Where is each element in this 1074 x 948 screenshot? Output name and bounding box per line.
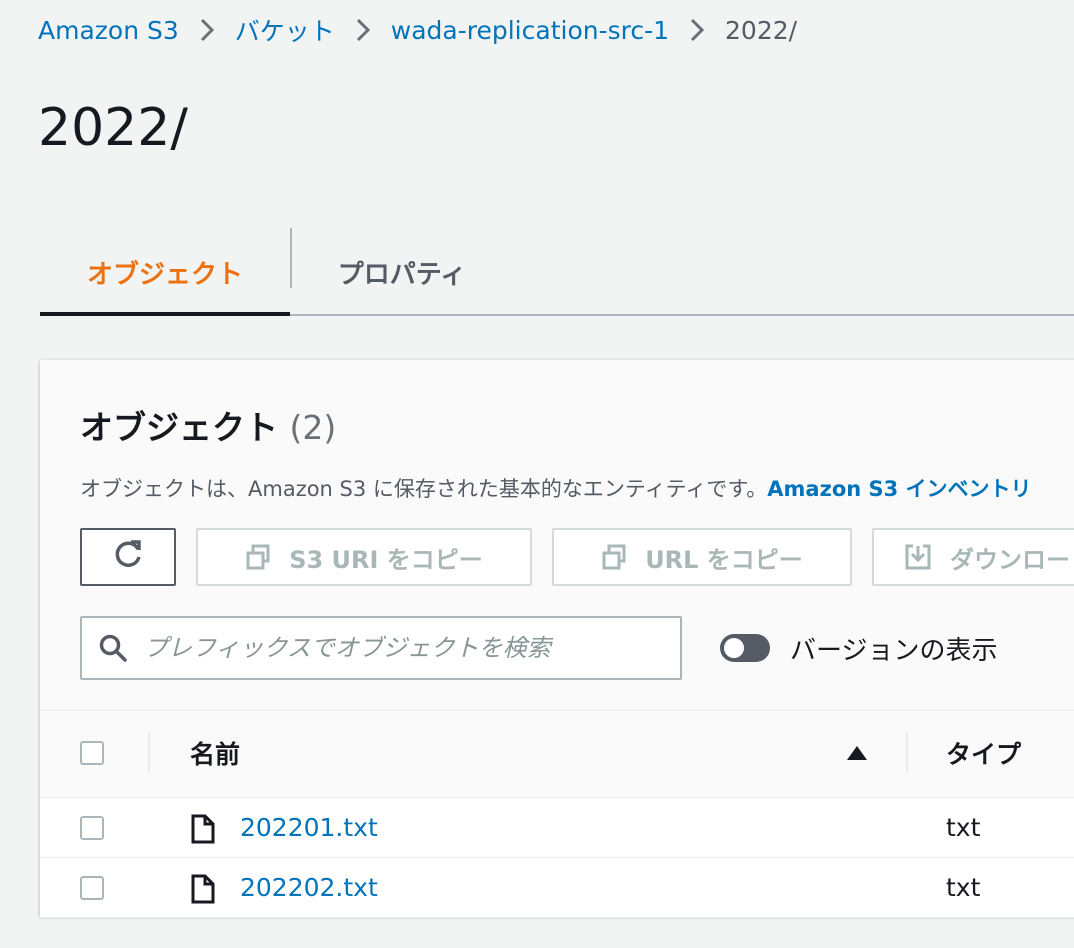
refresh-icon [111,537,145,577]
column-header-type[interactable]: タイプ [946,735,1021,775]
column-divider [148,733,150,773]
object-link[interactable]: 202202.txt [240,870,378,906]
chevron-right-icon [669,10,725,50]
chevron-right-icon [179,10,235,50]
breadcrumb-amazon-s3[interactable]: Amazon S3 [38,16,179,45]
file-icon [190,874,216,904]
column-divider [906,733,908,773]
select-all-checkbox[interactable] [80,741,104,765]
panel-description: オブジェクトは、Amazon S3 に保存された基本的なエンティティです。Ama… [80,474,1032,504]
refresh-button[interactable] [80,528,176,586]
active-tab-indicator [40,312,290,316]
download-label: ダウンロード [950,545,1074,574]
table-header: 名前 タイプ [40,710,1074,798]
file-icon [190,814,216,844]
table-row: 202201.txt txt [40,798,1074,858]
tab-bar: オブジェクト プロパティ [40,228,1074,316]
copy-icon [245,544,271,570]
object-type: txt [946,873,981,902]
page-title: 2022/ [38,98,188,158]
show-versions-toggle-group: バージョンの表示 [720,628,997,668]
show-versions-toggle[interactable] [720,634,770,662]
objects-panel: オブジェクト (2) オブジェクトは、Amazon S3 に保存された基本的なエ… [40,360,1074,918]
row-checkbox[interactable] [80,816,104,840]
object-count: (2) [289,408,337,447]
download-button[interactable]: ダウンロード [872,528,1074,586]
panel-title-text: オブジェクト [80,408,278,447]
toggle-knob [724,638,744,658]
breadcrumb: Amazon S3 バケット wada-replication-src-1 20… [38,10,797,50]
column-header-name[interactable]: 名前 [190,735,240,775]
panel-title: オブジェクト (2) [80,406,336,450]
copy-s3-uri-button[interactable]: S3 URI をコピー [196,528,532,586]
search-icon [98,633,128,663]
table-row: 202202.txt txt [40,858,1074,918]
copy-icon [601,544,627,570]
breadcrumb-bucket[interactable]: wada-replication-src-1 [391,16,669,45]
tab-objects[interactable]: オブジェクト [40,228,290,316]
object-search [80,616,682,680]
copy-url-label: URL をコピー [645,545,803,574]
s3-console-page: Amazon S3 バケット wada-replication-src-1 20… [0,0,1074,948]
copy-s3-uri-label: S3 URI をコピー [289,545,483,574]
inventory-link[interactable]: Amazon S3 インベントリ [767,477,1031,501]
download-icon [904,543,932,571]
sort-ascending-icon[interactable] [846,745,868,765]
object-link[interactable]: 202201.txt [240,810,378,846]
tab-properties[interactable]: プロパティ [292,228,512,316]
search-input[interactable] [142,633,646,663]
show-versions-label: バージョンの表示 [790,635,998,666]
object-type: txt [946,813,981,842]
breadcrumb-buckets[interactable]: バケット [235,12,335,48]
copy-url-button[interactable]: URL をコピー [552,528,852,586]
chevron-right-icon [335,10,391,50]
row-checkbox[interactable] [80,876,104,900]
panel-description-text: オブジェクトは、Amazon S3 に保存された基本的なエンティティです。 [80,477,768,501]
breadcrumb-current: 2022/ [725,15,798,45]
